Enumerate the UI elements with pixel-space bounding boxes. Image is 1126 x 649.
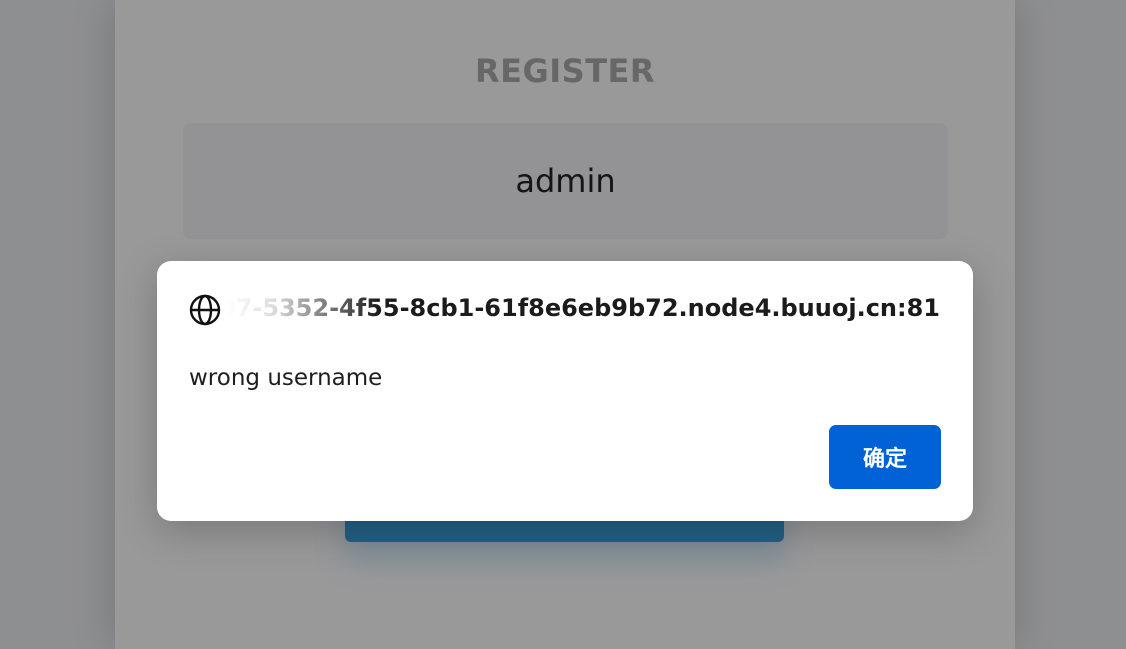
globe-icon: [189, 294, 221, 326]
origin-text-container: 545e07-5352-4f55-8cb1-61f8e6eb9b72.node4…: [228, 292, 940, 328]
ok-button[interactable]: 确定: [829, 425, 941, 489]
alert-message: wrong username: [189, 365, 383, 391]
alert-origin: 545e07-5352-4f55-8cb1-61f8e6eb9b72.node4…: [188, 292, 940, 328]
alert-origin-text: 545e07-5352-4f55-8cb1-61f8e6eb9b72.node4…: [228, 294, 940, 322]
alert-dialog: 545e07-5352-4f55-8cb1-61f8e6eb9b72.node4…: [157, 261, 973, 521]
